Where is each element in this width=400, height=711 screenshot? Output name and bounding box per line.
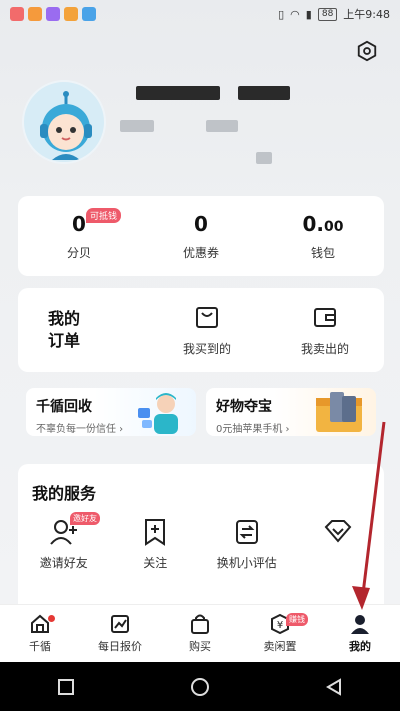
notification-icon	[10, 7, 24, 21]
clock: 上午9:48	[343, 8, 390, 21]
tab-home[interactable]: 千循	[0, 605, 80, 662]
promo-treasure[interactable]: 好物夺宝 0元抽苹果手机 ›	[206, 388, 376, 436]
device-evaluation-button[interactable]: 换机小评估	[201, 518, 293, 571]
tab-label: 卖闲置	[263, 640, 297, 653]
diamond-icon	[324, 520, 352, 543]
stat-value: 0	[194, 212, 208, 236]
services-title: 我的服务	[32, 484, 97, 503]
orders-title: 我的 订单	[48, 309, 81, 350]
notification-icons	[10, 7, 96, 21]
avatar-image	[40, 91, 92, 160]
bottom-tab-bar: 千循 每日报价 购买 ¥ 赚钱 卖闲置 我的	[0, 604, 400, 662]
sold-button[interactable]: 我卖出的	[266, 304, 384, 357]
sell-badge: 赚钱	[286, 613, 308, 626]
tab-label: 我的	[349, 640, 371, 653]
notification-icon	[64, 7, 78, 21]
userinfo-redacted	[120, 120, 154, 132]
bought-button[interactable]: 我买到的	[148, 304, 266, 357]
stat-wallet[interactable]: 0.00 钱包	[262, 196, 384, 276]
bag-icon	[196, 306, 218, 328]
order-item-label: 我卖出的	[300, 341, 349, 356]
wifi-icon: ◠	[290, 7, 300, 21]
tab-label: 购买	[189, 640, 211, 653]
vibrate-icon: ▯	[278, 7, 285, 21]
chart-icon	[111, 615, 129, 633]
battery-icon: 88	[317, 7, 338, 21]
userinfo-redacted	[256, 152, 272, 164]
promo-recycle[interactable]: 千循回收 不辜负每一份信任 ›	[26, 388, 196, 436]
stats-card: 0 可抵钱 分贝 0 优惠券 0.00 钱包	[18, 196, 384, 276]
gift-box-illustration	[316, 392, 362, 432]
service-label: 关注	[143, 556, 168, 570]
stat-value: 0	[72, 212, 86, 236]
stat-coupons[interactable]: 0 优惠券	[140, 196, 262, 276]
exchange-icon	[235, 520, 258, 544]
service-label: 邀请好友	[39, 556, 88, 570]
orders-card: 我的 订单 我买到的 我卖出的	[18, 288, 384, 372]
username-redacted	[136, 86, 220, 100]
status-bar: ▯ ◠ ▮ 88 上午9:48	[0, 0, 400, 28]
stat-value: 0.	[302, 212, 325, 236]
follow-button[interactable]: 关注	[110, 518, 202, 571]
system-navigation-bar	[0, 662, 400, 711]
stat-label: 钱包	[310, 246, 335, 260]
notification-icon	[28, 7, 42, 21]
bag-icon	[191, 614, 209, 634]
home-button-icon[interactable]	[190, 677, 210, 697]
stat-badge: 可抵钱	[86, 208, 122, 223]
tab-label: 每日报价	[98, 640, 142, 653]
service-label: 换机小评估	[216, 556, 277, 570]
invite-badge: 邀好友	[70, 512, 100, 525]
stat-fenbei[interactable]: 0 可抵钱 分贝	[18, 196, 140, 276]
services-card: 我的服务 邀好友 邀请好友 关注 换机小评估	[18, 464, 384, 614]
tab-label: 千循	[29, 640, 51, 653]
tab-buy[interactable]: 购买	[160, 605, 240, 662]
avatar[interactable]	[22, 80, 106, 164]
stat-value-decimal: 00	[324, 219, 344, 235]
wallet-icon	[314, 307, 336, 327]
membership-button[interactable]	[293, 518, 385, 571]
tab-mine[interactable]: 我的	[320, 605, 400, 662]
stat-label: 优惠券	[182, 246, 219, 260]
bookmark-plus-icon	[145, 519, 166, 546]
stat-label: 分贝	[66, 246, 91, 260]
svg-text:¥: ¥	[277, 620, 283, 631]
signal-icon: ▮	[305, 7, 312, 21]
invite-friends-button[interactable]: 邀好友 邀请好友	[18, 512, 110, 571]
delivery-person-illustration	[138, 393, 178, 434]
notification-icon	[82, 7, 96, 21]
profile-icon	[351, 615, 369, 634]
notification-icon	[46, 7, 60, 21]
tab-sell[interactable]: ¥ 赚钱 卖闲置	[240, 605, 320, 662]
recent-apps-icon[interactable]	[57, 678, 75, 696]
tab-daily-price[interactable]: 每日报价	[80, 605, 160, 662]
userinfo-redacted	[206, 120, 238, 132]
order-item-label: 我买到的	[182, 341, 231, 356]
username-redacted	[238, 86, 290, 100]
notification-dot	[48, 615, 55, 622]
back-icon[interactable]	[325, 677, 343, 696]
settings-icon[interactable]	[356, 40, 378, 62]
